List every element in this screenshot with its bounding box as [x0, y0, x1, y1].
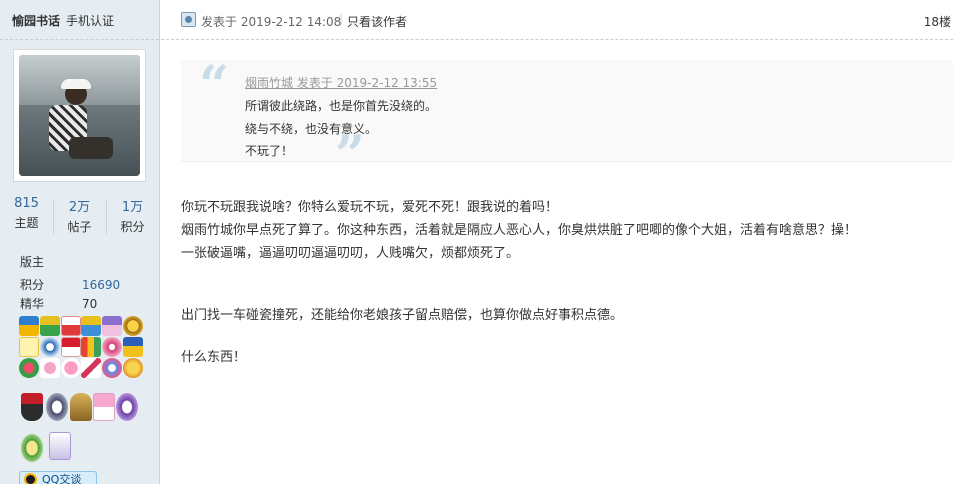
medal-icon[interactable]	[102, 316, 122, 336]
medal-icon[interactable]	[93, 393, 115, 421]
medal-icon[interactable]	[81, 358, 101, 378]
user-sidebar: 愉园书话 手机认证 815 主题 2万 帖子 1万 积分 版主 积分 16690…	[0, 0, 160, 484]
digest-label: 精华	[20, 297, 45, 311]
close-quote-icon: ”	[335, 125, 365, 186]
medal-icon[interactable]	[123, 337, 143, 357]
stat-topics[interactable]: 815 主题	[0, 196, 53, 231]
medal-icon[interactable]	[19, 358, 39, 378]
medal-icon[interactable]	[116, 393, 138, 421]
stat-points[interactable]: 1万 积分	[106, 196, 159, 235]
stat-posts[interactable]: 2万 帖子	[53, 196, 106, 235]
quote-line: 不玩了！	[245, 144, 294, 158]
post-header: 发表于 2019-2-12 14:08 | 只看该作者 18楼	[161, 0, 953, 40]
quote-line: 所谓彼此绕路，也是你首先没绕的。	[245, 99, 438, 113]
user-header: 愉园书话 手机认证	[0, 0, 159, 40]
phone-verified-label: 手机认证	[66, 14, 115, 28]
content-line: 你玩不玩跟我说啥？你特么爱玩不玩，爱死不死！跟我说的着吗！	[181, 200, 559, 215]
medal-icon[interactable]	[102, 337, 122, 357]
medal-icon[interactable]	[123, 316, 143, 336]
points-label: 积分	[20, 278, 45, 292]
stat-points-value[interactable]: 1万	[106, 196, 159, 215]
qq-chat-button[interactable]: QQ交谈	[19, 471, 97, 484]
qq-chat-label: QQ交谈	[42, 473, 82, 484]
stat-posts-value[interactable]: 2万	[53, 196, 106, 215]
medal-icon[interactable]	[70, 393, 92, 421]
avatar-image[interactable]	[19, 55, 140, 176]
content-line: 什么东西！	[181, 350, 247, 365]
online-status-icon	[181, 12, 196, 27]
medal-icon[interactable]	[40, 337, 60, 357]
medal-icon[interactable]	[123, 358, 143, 378]
medal-icon[interactable]	[102, 358, 122, 378]
digest-row: 精华 70	[20, 295, 97, 312]
medal-icon[interactable]	[81, 316, 101, 336]
quote-author-link[interactable]: 烟雨竹城 发表于 2019-2-12 13:55	[245, 74, 437, 91]
medal-icon[interactable]	[61, 316, 81, 336]
medal-icon[interactable]	[19, 316, 39, 336]
points-row: 积分 16690	[20, 276, 120, 293]
stat-posts-label: 帖子	[67, 220, 92, 234]
quote-block: “ 烟雨竹城 发表于 2019-2-12 13:55 所谓彼此绕路，也是你首先没…	[181, 55, 953, 182]
header-divider: |	[339, 12, 344, 26]
points-value[interactable]: 16690	[82, 278, 120, 292]
view-author-only-link[interactable]: 只看该作者	[347, 13, 407, 30]
user-rank[interactable]: 版主	[20, 253, 44, 270]
content-line: 出门找一车碰瓷撞死，还能给你老娘孩子留点赔偿，也算你做点好事积点德。	[181, 308, 624, 323]
username-link[interactable]: 愉园书话	[12, 12, 60, 29]
stat-points-label: 积分	[120, 220, 145, 234]
qq-icon	[24, 473, 37, 484]
open-quote-icon: “	[199, 55, 229, 116]
medal-icon[interactable]	[46, 393, 68, 421]
post-main: 发表于 2019-2-12 14:08 | 只看该作者 18楼 “ 烟雨竹城 发…	[161, 0, 953, 484]
floor-number[interactable]: 18楼	[924, 13, 951, 30]
avatar[interactable]	[13, 49, 146, 182]
medal-icon[interactable]	[21, 393, 43, 421]
post-timestamp: 发表于 2019-2-12 14:08	[201, 15, 342, 29]
medal-icon[interactable]	[61, 358, 81, 378]
medal-icon[interactable]	[49, 432, 71, 460]
content-line: 一张破逼嘴，逼逼叨叨逼逼叨叨，人贱嘴欠，烦都烦死了。	[181, 246, 520, 261]
medal-icon[interactable]	[81, 337, 101, 357]
medal-icon[interactable]	[40, 316, 60, 336]
medal-icon[interactable]	[21, 434, 43, 462]
stat-topics-label: 主题	[14, 216, 39, 230]
medal-icon[interactable]	[40, 358, 60, 378]
stat-topics-value[interactable]: 815	[0, 196, 53, 211]
user-stats: 815 主题 2万 帖子 1万 积分	[0, 196, 159, 240]
medal-icon[interactable]	[61, 337, 81, 357]
content-line: 烟雨竹城你早点死了算了。你这种东西，活着就是隔应人恶心人，你臭烘烘脏了吧唧的像个…	[181, 223, 858, 238]
digest-value: 70	[82, 297, 98, 311]
medal-icon[interactable]	[19, 337, 39, 357]
